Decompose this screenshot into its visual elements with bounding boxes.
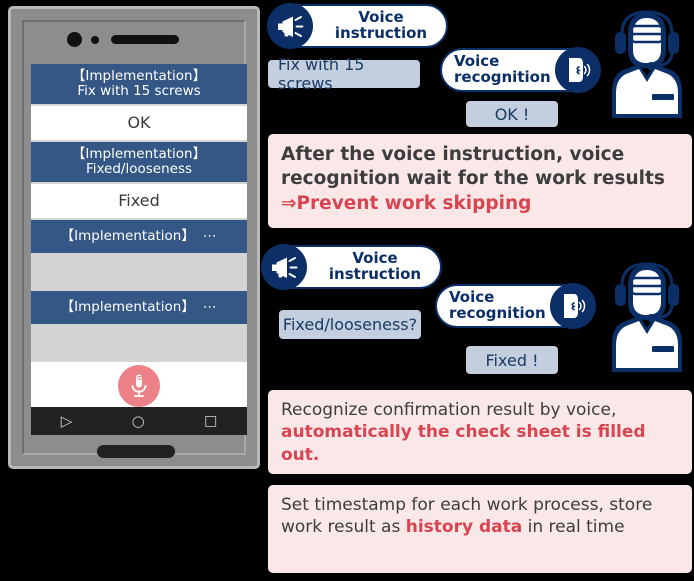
voice-instruction-badge-1-label: Voice instruction (334, 8, 428, 42)
note-check-accent: automatically the check sheet is filled … (281, 422, 646, 465)
note-check-plain: Recognize confirmation result by voice, (281, 400, 617, 420)
phone-device: 【Implementation】 Fix with 15 screws OK 【… (8, 6, 260, 469)
list-item-answer-4[interactable] (31, 326, 247, 362)
speaking-face-icon (555, 47, 601, 93)
list-item-task-4[interactable]: 【Implementation】 ⋯ (31, 291, 247, 326)
task-1-detail: Fix with 15 screws (77, 83, 201, 99)
note-prevent-work-skipping: After the voice instruction, voice recog… (268, 134, 692, 228)
nav-home-icon[interactable]: ○ (132, 412, 145, 430)
speech-instruction-2-text: Fixed/looseness? (282, 315, 418, 334)
bottom-speaker-grille (97, 445, 175, 458)
note-history-data: Set timestamp for each work process, sto… (268, 485, 692, 573)
nav-back-icon[interactable]: ▷ (61, 412, 73, 430)
task-3-label: 【Implementation】 (60, 227, 195, 244)
voice-recognition-badge-2-label: Voice recognition (449, 288, 546, 322)
list-item-answer-2[interactable]: Fixed (31, 184, 247, 220)
voice-recognition-badge-2[interactable]: Voice recognition (435, 283, 596, 329)
mic-area (31, 362, 247, 407)
answer-2-value: Fixed (118, 191, 160, 211)
megaphone-icon (267, 3, 313, 49)
note-check-sheet: Recognize confirmation result by voice, … (268, 390, 692, 474)
speech-bubble-instruction-2: Fixed/looseness? (279, 310, 421, 339)
proximity-sensor-icon (91, 36, 99, 44)
task-1-label: 【Implementation】 (71, 67, 207, 84)
task-2-detail: Fixed/looseness (85, 161, 193, 177)
speech-bubble-response-2: Fixed ! (466, 346, 558, 374)
phone-sensor-cluster (67, 31, 179, 47)
megaphone-icon (261, 244, 307, 290)
list-item-task-1[interactable]: 【Implementation】 Fix with 15 screws (31, 64, 247, 106)
speech-bubble-instruction-1: Fix with 15 screws (268, 55, 420, 93)
list-item-answer-1[interactable]: OK (31, 106, 247, 142)
note-history-plain-2: in real time (522, 517, 625, 538)
task-4-label: 【Implementation】 (60, 298, 195, 315)
speech-bubble-response-1: OK ! (466, 101, 558, 127)
front-camera-icon (67, 32, 82, 47)
headset-worker-icon-2 (612, 262, 682, 372)
earpiece-speaker-icon (111, 35, 179, 44)
voice-recognition-badge-1-label: Voice recognition (454, 52, 551, 86)
speech-response-1-text: OK ! (494, 104, 530, 124)
checksheet-list: 【Implementation】 Fix with 15 screws OK 【… (31, 64, 247, 407)
microphone-button[interactable] (118, 365, 160, 407)
android-navigation-bar: ▷ ○ □ (31, 407, 247, 435)
answer-1-value: OK (127, 113, 151, 133)
voice-recognition-badge-1[interactable]: Voice recognition (440, 47, 601, 93)
list-item-task-3[interactable]: 【Implementation】 ⋯ (31, 220, 247, 255)
speaking-face-icon (550, 283, 596, 329)
task-3-ellipsis-icon: ⋯ (202, 227, 218, 244)
speech-instruction-1-text: Fix with 15 screws (278, 55, 365, 93)
voice-instruction-badge-2[interactable]: Voice instruction (261, 244, 442, 290)
list-item-task-2[interactable]: 【Implementation】 Fixed/looseness (31, 142, 247, 184)
list-item-answer-3[interactable] (31, 255, 247, 291)
headset-worker-icon-1 (612, 10, 682, 118)
note-main-accent: ⇒Prevent work skipping (281, 192, 532, 214)
microphone-icon (131, 374, 147, 397)
voice-instruction-badge-1[interactable]: Voice instruction (267, 3, 448, 49)
task-2-label: 【Implementation】 (71, 145, 207, 162)
note-history-accent: history data (405, 517, 523, 538)
speech-response-2-text: Fixed ! (485, 350, 539, 370)
note-main-plain: After the voice instruction, voice recog… (281, 144, 665, 190)
task-4-ellipsis-icon: ⋯ (202, 298, 218, 315)
nav-recents-icon[interactable]: □ (204, 413, 217, 429)
voice-instruction-badge-2-label: Voice instruction (328, 249, 422, 283)
